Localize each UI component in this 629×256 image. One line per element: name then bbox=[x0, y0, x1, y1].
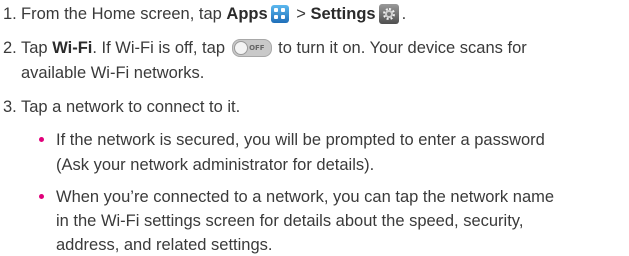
step-2-number: 2. bbox=[3, 39, 17, 57]
step-2-text-start: Tap bbox=[21, 39, 53, 57]
bullet-text: When you’re connected to a network, you … bbox=[56, 188, 555, 206]
bullet-text: in the Wi-Fi settings screen for details… bbox=[56, 212, 524, 230]
bullet-text: address, and related settings. bbox=[56, 236, 273, 254]
step-2-continuation-text: available Wi-Fi networks. bbox=[21, 64, 205, 82]
instruction-document: 1. From the Home screen, tap Apps > Setti… bbox=[0, 0, 629, 256]
toggle-knob bbox=[233, 40, 248, 55]
step-2-continuation: available Wi-Fi networks. bbox=[21, 63, 204, 83]
bullet-2-line-2: in the Wi-Fi settings screen for details… bbox=[56, 211, 523, 231]
bullet-2-line-1: When you’re connected to a network, you … bbox=[56, 187, 554, 207]
step-1-number: 1. bbox=[3, 5, 17, 23]
step-3: 3. Tap a network to connect to it. bbox=[3, 97, 240, 117]
apps-label: Apps bbox=[226, 5, 268, 23]
step-2-text-end: to turn it on. Your device scans for bbox=[273, 39, 527, 57]
bullet-marker bbox=[39, 194, 44, 199]
toggle-off-icon: OFF bbox=[231, 38, 272, 57]
step-3-text: Tap a network to connect to it. bbox=[21, 98, 241, 116]
step-2-text-mid: . If Wi-Fi is off, tap bbox=[92, 39, 225, 57]
wifi-label: Wi-Fi bbox=[52, 39, 93, 57]
bullet-text: (Ask your network administrator for deta… bbox=[56, 156, 375, 174]
settings-gear-icon bbox=[378, 3, 399, 24]
bullet-text: If the network is secured, you will be p… bbox=[56, 131, 545, 149]
settings-label: Settings bbox=[310, 5, 376, 23]
toggle-off-text: OFF bbox=[249, 43, 265, 52]
step-2: 2. Tap Wi-Fi. If Wi-Fi is off, tap OFF to… bbox=[3, 38, 527, 58]
apps-grid-icon bbox=[270, 4, 289, 23]
bullet-marker bbox=[39, 137, 44, 142]
gear-shape bbox=[382, 7, 395, 20]
bullet-2-line-3: address, and related settings. bbox=[56, 235, 272, 255]
bullet-1-line-2: (Ask your network administrator for deta… bbox=[56, 155, 374, 175]
bullet-1-line-1: If the network is secured, you will be p… bbox=[56, 130, 545, 150]
step-1-text: From the Home screen, tap bbox=[21, 5, 227, 23]
step-1-separator: > bbox=[291, 5, 311, 23]
step-3-number: 3. bbox=[3, 98, 17, 116]
step-1: 1. From the Home screen, tap Apps > Setti… bbox=[3, 3, 407, 24]
